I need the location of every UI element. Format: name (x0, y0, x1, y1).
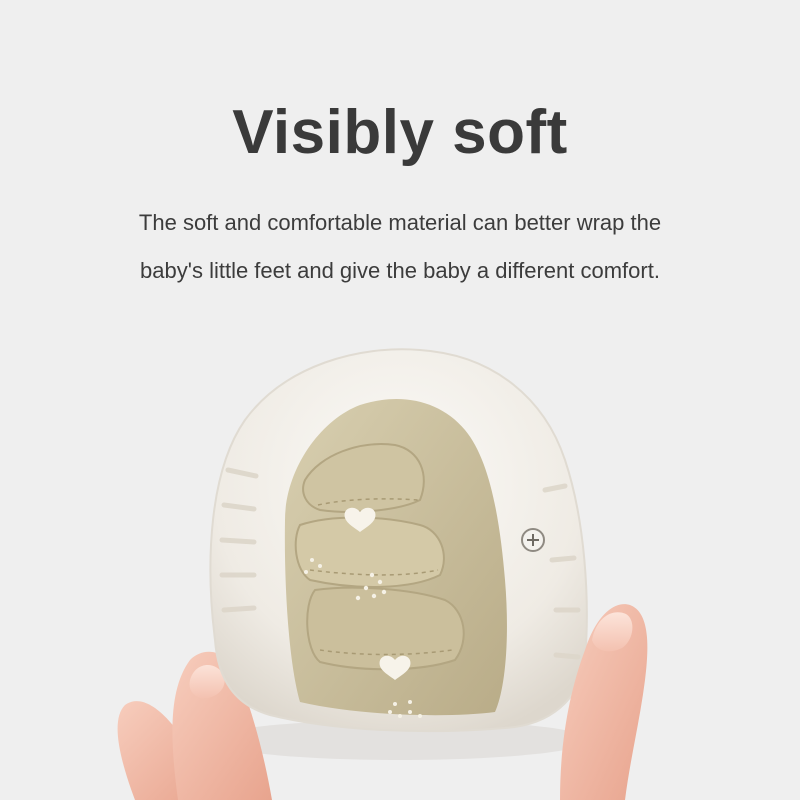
shoe-fabric-upper (284, 398, 507, 718)
baby-shoe-photo (117, 348, 648, 800)
product-page: Visibly soft The soft and comfortable ma… (0, 0, 800, 800)
